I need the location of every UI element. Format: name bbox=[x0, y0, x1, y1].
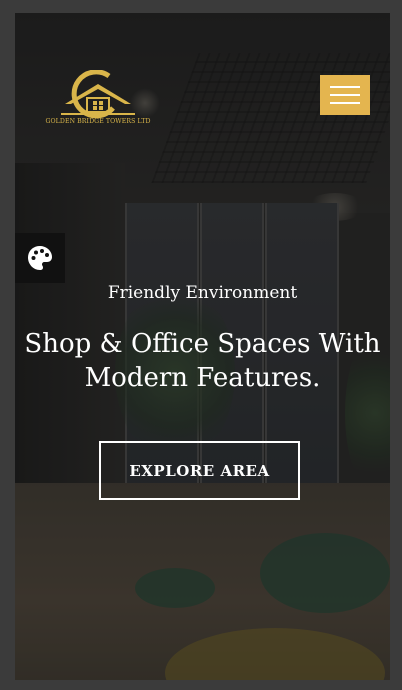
golden-g-house-logo-icon bbox=[61, 69, 135, 119]
hero-headline: Shop & Office Spaces With Modern Feature… bbox=[24, 329, 381, 393]
hamburger-bar-bottom bbox=[330, 102, 360, 104]
hamburger-menu-icon bbox=[330, 86, 360, 88]
explore-area-button[interactable]: EXPLORE AREA bbox=[99, 441, 300, 500]
hero-section: GOLDEN BRIDGE TOWERS LTD Friendly Enviro… bbox=[15, 13, 390, 680]
page-frame: GOLDEN BRIDGE TOWERS LTD Friendly Enviro… bbox=[0, 0, 402, 690]
menu-button[interactable] bbox=[320, 75, 370, 115]
color-switcher-tab[interactable] bbox=[15, 233, 65, 283]
palette-icon bbox=[28, 246, 52, 270]
brand-logo[interactable]: GOLDEN BRIDGE TOWERS LTD bbox=[43, 69, 153, 130]
hamburger-bar-middle bbox=[330, 94, 360, 96]
brand-name: GOLDEN BRIDGE TOWERS LTD bbox=[45, 118, 151, 125]
hero-subtitle: Friendly Environment bbox=[107, 283, 298, 303]
